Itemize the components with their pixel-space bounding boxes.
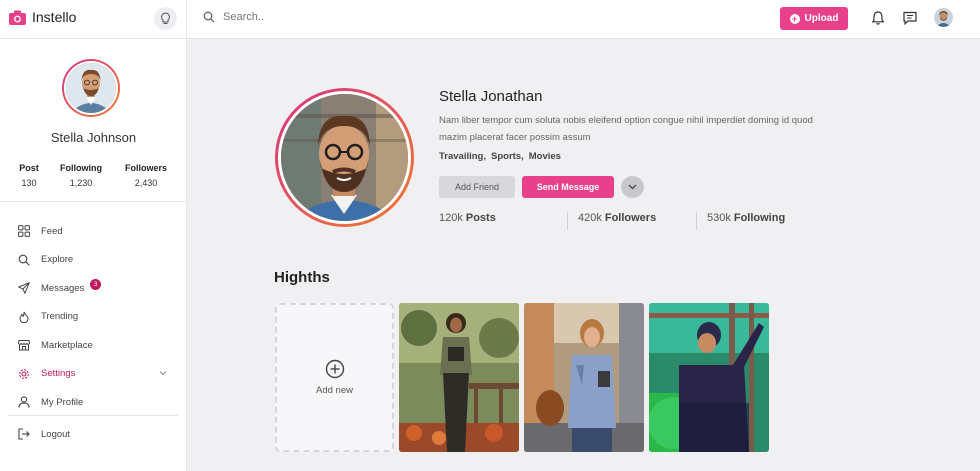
logout-icon <box>18 428 30 440</box>
messages-badge: 3 <box>90 279 101 290</box>
search-input[interactable] <box>223 11 423 23</box>
sidebar-item-label: My Profile <box>41 396 84 408</box>
plus-icon: + <box>789 13 800 24</box>
add-new-highlight[interactable]: Add new <box>275 303 394 452</box>
count-label: Posts <box>465 212 496 224</box>
fire-icon <box>19 311 29 323</box>
top-bar: Instello + Upload <box>0 0 980 39</box>
profile-tags: Travailing, Sports, Movies <box>439 151 561 162</box>
count-followers[interactable]: 420k Followers <box>578 212 656 224</box>
plus-circle-icon <box>325 359 344 379</box>
profile-counts: 120k Posts 420k Followers 530k Following <box>439 212 839 230</box>
profile-avatar[interactable] <box>62 59 120 117</box>
sidebar: Stella Johnson Post 130 Following 1,230 … <box>0 39 187 471</box>
lightbulb-button[interactable] <box>154 7 177 30</box>
divider <box>0 201 186 202</box>
stat-value: 2,430 <box>134 178 158 188</box>
chat-icon[interactable] <box>902 10 918 26</box>
brand[interactable]: Instello <box>9 9 76 25</box>
profile-name: Stella Jonathan <box>439 88 543 105</box>
highlight-image <box>649 303 769 452</box>
count-posts[interactable]: 120k Posts <box>439 212 496 224</box>
sidebar-item-trending[interactable]: Trending <box>0 303 186 332</box>
sidebar-item-marketplace[interactable]: Marketplace <box>0 331 186 360</box>
highlight-photo[interactable] <box>649 303 769 452</box>
avatar-image <box>934 8 953 27</box>
stat-following[interactable]: Following 1,230 <box>56 163 106 188</box>
divider <box>696 212 697 230</box>
avatar-image <box>66 63 116 113</box>
count-value: 420k <box>578 212 602 224</box>
logout-button[interactable]: Logout <box>0 420 186 449</box>
search-bar[interactable] <box>203 11 423 23</box>
divider <box>567 212 568 230</box>
count-value: 530k <box>707 212 731 224</box>
lightbulb-icon <box>161 12 170 24</box>
upload-button[interactable]: + Upload <box>780 7 848 30</box>
sidebar-user-name: Stella Johnson <box>50 130 137 145</box>
highlight-photo[interactable] <box>524 303 644 452</box>
tag: Travailing, <box>439 151 486 162</box>
sidebar-item-my-profile[interactable]: My Profile <box>0 388 186 417</box>
count-value: 120k <box>439 212 463 224</box>
sidebar-item-messages[interactable]: Messages 3 <box>0 274 186 303</box>
send-message-button[interactable]: Send Message <box>522 176 614 198</box>
sidebar-item-feed[interactable]: Feed <box>0 217 186 246</box>
logout-section: Logout <box>0 420 186 449</box>
stat-label: Followers <box>124 163 167 173</box>
tag: Movies <box>528 151 561 162</box>
sidebar-item-label: Messages <box>41 282 85 294</box>
upload-label: Upload <box>804 13 839 24</box>
sidebar-item-explore[interactable]: Explore <box>0 246 186 275</box>
count-label: Followers <box>604 212 657 224</box>
bell-icon[interactable] <box>870 10 886 26</box>
camera-icon <box>9 10 26 25</box>
logout-label: Logout <box>41 428 71 440</box>
add-friend-button[interactable]: Add Friend <box>439 176 515 198</box>
chevron-down-icon[interactable] <box>159 370 167 376</box>
highlights-title: Highths <box>274 269 330 286</box>
divider <box>186 0 187 39</box>
sidebar-item-label: Settings <box>41 368 76 380</box>
user-avatar[interactable] <box>934 8 953 27</box>
store-icon <box>18 340 30 351</box>
search-icon <box>203 11 215 23</box>
sidebar-item-label: Explore <box>41 254 74 266</box>
search-icon <box>18 254 30 266</box>
stat-value: 1,230 <box>69 178 93 188</box>
stat-value: 130 <box>21 178 37 188</box>
profile-bio: Nam liber tempor cum soluta nobis eleife… <box>439 115 813 143</box>
sidebar-item-label: Marketplace <box>41 339 93 351</box>
stat-label: Following <box>60 163 102 173</box>
stat-followers[interactable]: Followers 2,430 <box>120 163 172 188</box>
highlight-image <box>524 303 644 452</box>
add-new-label: Add new <box>316 385 353 396</box>
highlight-image <box>399 303 519 452</box>
brand-name: Instello <box>32 9 77 25</box>
sidebar-item-settings[interactable]: Settings <box>0 360 186 389</box>
sidebar-item-label: Feed <box>41 225 63 237</box>
divider <box>8 415 178 416</box>
profile-picture[interactable] <box>275 88 414 227</box>
grid-icon <box>18 225 30 238</box>
user-icon <box>18 396 30 408</box>
count-following[interactable]: 530k Following <box>707 212 785 224</box>
sidebar-item-label: Trending <box>41 311 79 323</box>
highlight-photo[interactable] <box>399 303 519 452</box>
gear-icon <box>19 368 29 379</box>
count-label: Following <box>733 212 786 224</box>
stat-post[interactable]: Post 130 <box>13 163 45 188</box>
send-icon <box>18 282 30 295</box>
tag: Sports, <box>491 151 524 162</box>
more-options-button[interactable] <box>621 176 644 198</box>
profile-photo <box>281 94 408 221</box>
stat-label: Post <box>19 163 39 173</box>
sidebar-nav: Feed Explore Messages 3 Trending Marketp… <box>0 217 186 417</box>
chevron-down-icon <box>628 184 637 190</box>
